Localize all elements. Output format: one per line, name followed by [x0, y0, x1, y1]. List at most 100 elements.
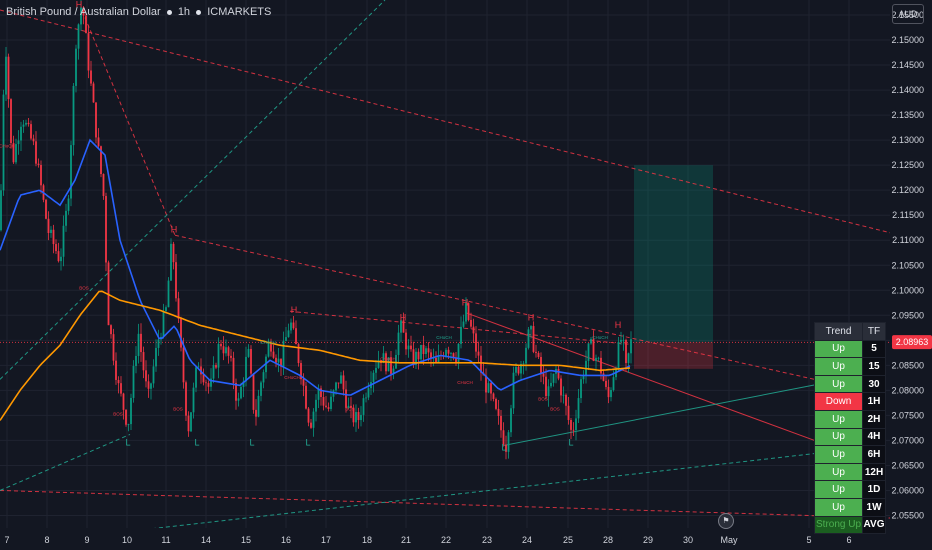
candle-body	[525, 347, 527, 364]
candle-body	[460, 326, 462, 344]
candle-body	[22, 124, 25, 127]
candle-body	[255, 409, 257, 417]
candle-body	[215, 365, 217, 368]
candle-body	[500, 415, 502, 431]
candle-body	[617, 341, 620, 369]
candle-body	[130, 397, 132, 425]
candle-body	[260, 382, 262, 396]
candle-body	[182, 347, 185, 383]
timeframe-label: 30	[862, 374, 886, 394]
trend-header: Trend	[813, 322, 864, 341]
candle-body	[127, 424, 130, 425]
structure-label: CHoCH	[436, 335, 452, 340]
candle-body	[315, 399, 317, 412]
candle-body	[32, 138, 35, 142]
candle-body	[290, 322, 292, 331]
currency-button[interactable]: AUD	[892, 4, 924, 24]
candle-body	[532, 326, 535, 352]
structure-label: H	[400, 312, 407, 322]
candle-body	[335, 382, 337, 391]
candle-body	[50, 229, 52, 234]
x-tick-label: 16	[281, 535, 291, 545]
tf-header: TF	[862, 322, 886, 341]
trend-value: Up	[813, 339, 864, 359]
candle-body	[457, 343, 460, 363]
y-tick-label: 2.14500	[891, 60, 924, 70]
candle-body	[427, 348, 430, 353]
candle-body	[435, 357, 437, 363]
candle-body	[232, 357, 235, 383]
candle-body	[95, 102, 97, 138]
candle-body	[597, 357, 600, 359]
candle-body	[495, 398, 497, 409]
candle-body	[322, 396, 325, 406]
trend-value: Up	[813, 445, 864, 464]
candle-body	[537, 352, 540, 357]
x-tick-label: 30	[683, 535, 693, 545]
candle-body	[185, 382, 187, 416]
candle-body	[305, 385, 307, 409]
timeframe-label: 4H	[862, 427, 886, 447]
candle-body	[620, 339, 622, 342]
y-tick-label: 2.09500	[891, 310, 924, 320]
structure-label: L	[305, 437, 310, 447]
candle-body	[285, 337, 287, 341]
candle-body	[252, 373, 255, 410]
candle-body	[422, 344, 425, 354]
y-tick-label: 2.08000	[891, 385, 924, 395]
time-axis[interactable]: 7 8 9 10 11 14 15 16 17 18 21 22 23 24 25 28 29 30 May 5 6	[0, 528, 932, 550]
candle-body	[610, 390, 612, 398]
candle-body	[587, 343, 590, 361]
candle-body	[147, 381, 150, 389]
price-chart[interactable]: HHHHHHHL L L LLLBOSBOSBOS BOS BOSBOSCHoCHCHoC…	[0, 0, 932, 550]
x-tick-label: 21	[401, 535, 411, 545]
candle-body	[360, 414, 362, 421]
y-tick-label: 2.05500	[891, 510, 924, 520]
candle-body	[295, 328, 297, 345]
candle-body	[247, 348, 250, 357]
candle-body	[567, 405, 570, 420]
y-tick-label: 2.11500	[892, 210, 924, 220]
structure-label: CHoCH	[284, 375, 300, 380]
trend-row: Strong Up AVG	[813, 515, 886, 535]
candle-body	[75, 48, 77, 86]
long-position-tool[interactable]	[634, 165, 713, 369]
candle-body	[510, 408, 512, 433]
y-tick-label: 2.12500	[891, 160, 924, 170]
x-tick-label: 28	[603, 535, 613, 545]
y-tick-label: 2.10000	[891, 285, 924, 295]
candle-body	[212, 365, 215, 379]
candle-body	[85, 15, 87, 34]
structure-label: L	[125, 437, 130, 447]
candle-body	[430, 352, 432, 359]
candle-body	[222, 346, 225, 354]
structure-label: H	[615, 320, 622, 330]
uk-flag-icon[interactable]: ⚑	[718, 513, 734, 529]
candle-body	[15, 144, 17, 163]
trend-row: Up 6H	[813, 445, 886, 464]
timeframe-label: 15	[862, 357, 886, 376]
candle-body	[45, 199, 47, 219]
y-tick-label: 2.08500	[891, 360, 924, 370]
timeframe-label: 6H	[862, 445, 886, 464]
candle-body	[605, 380, 607, 387]
candle-body	[545, 376, 547, 397]
candle-body	[547, 386, 550, 397]
interval: 1h	[177, 6, 191, 18]
candle-body	[70, 145, 72, 199]
candle-body	[272, 351, 275, 358]
candle-body	[342, 375, 345, 390]
timeframe-label: 1D	[862, 480, 886, 499]
candle-body	[167, 280, 170, 308]
candle-body	[52, 229, 55, 245]
candle-body	[407, 345, 410, 350]
candle-body	[192, 387, 195, 413]
candle-body	[135, 355, 137, 366]
candle-body	[195, 367, 197, 388]
candle-body	[310, 422, 312, 428]
candle-body	[170, 243, 172, 281]
price-axis[interactable]: 2.155002.150002.145002.140002.135002.130…	[890, 0, 932, 550]
candle-body	[157, 339, 160, 348]
trend-row: Up 1D	[813, 480, 886, 499]
candle-body	[535, 351, 537, 353]
